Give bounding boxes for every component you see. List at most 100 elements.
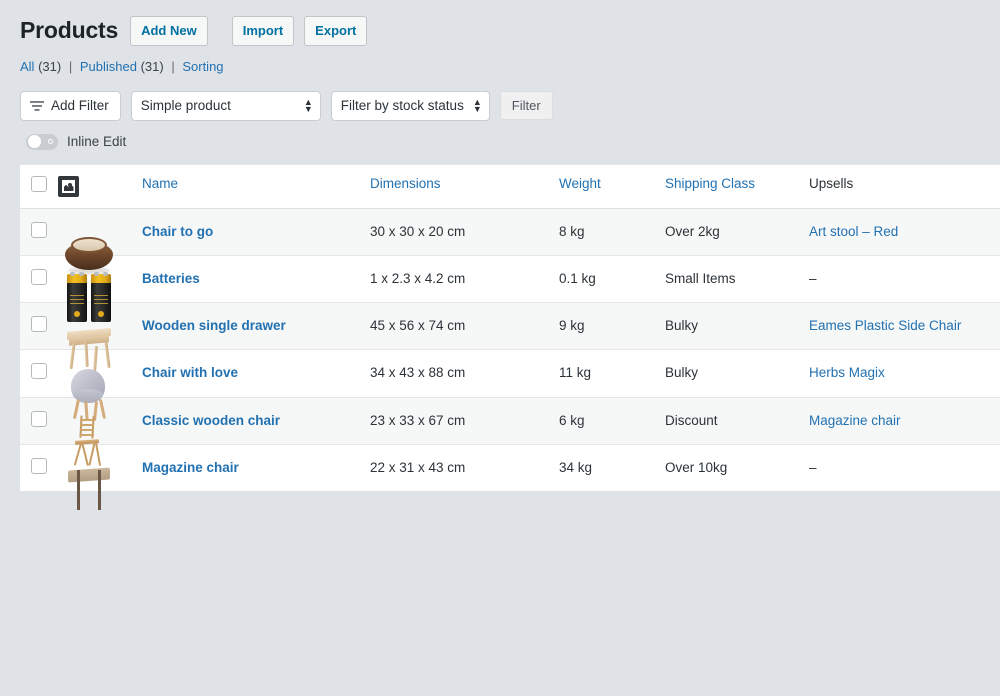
row-name-cell: Chair to go [142,208,370,256]
view-filter-links: All (31) | Published (31) | Sorting [0,46,1000,77]
row-select-cell [20,444,58,491]
view-separator-2: | [171,59,175,74]
upsell-link[interactable]: Herbs Magix [809,365,885,380]
row-weight-cell: 34 kg [559,459,593,475]
select-all-header [20,164,58,209]
filter-submit-button[interactable]: Filter [499,91,553,120]
table-row: Chair with love 34 x 43 x 88 cm 11 kg Bu… [20,349,1000,422]
stock-status-select-wrapper: Filter by stock status ▲ ▼ [330,90,490,121]
table-row: Chair to go 30 x 30 x 20 cm 8 kg Over 2k… [20,208,1000,274]
row-checkbox[interactable] [31,363,47,380]
row-dimensions-cell: 22 x 31 x 43 cm [370,459,466,475]
row-upsells-cell: Herbs Magix [809,349,1000,398]
table-body: Chair to go 30 x 30 x 20 cm 8 kg Over 2k… [20,208,1000,510]
row-shipping-class-cell: Bulky [665,302,809,351]
row-shipping-class-cell: Over 10kg [665,459,728,475]
row-thumbnail-cell [58,208,142,274]
row-upsells-cell: – [809,459,817,475]
page-header: Products Add New Import Export [0,0,1000,46]
row-select-cell [20,349,58,398]
row-shipping-class-cell: Over 2kg [665,208,809,256]
product-type-select[interactable]: Simple product [130,90,321,121]
row-weight-cell: 11 kg [559,349,665,398]
select-all-checkbox[interactable] [31,175,47,192]
view-separator-1: | [68,59,73,74]
inline-edit-label: Inline Edit [67,134,127,149]
image-icon-sun [68,182,72,187]
row-upsells-cell: Magazine chair [809,397,1000,445]
upsell-link[interactable]: Eames Plastic Side Chair [809,318,961,333]
row-weight-cell: 6 kg [559,397,665,445]
row-name-cell: Classic wooden chair [142,397,370,445]
row-thumbnail-cell [58,444,142,510]
row-dimensions-cell: 1 x 2.3 x 4.2 cm [370,255,559,304]
table-row: Magazine chair 22 x 31 x 43 cm 34 kg Ove… [20,444,1000,510]
table-header-row: Name Dimensions Weight Shipping Class Up… [20,164,1000,209]
inline-edit-toggle[interactable] [26,133,58,150]
products-table: Name Dimensions Weight Shipping Class Up… [20,164,1000,510]
upsell-link[interactable]: Art stool – Red [809,224,898,239]
sort-link-name[interactable]: Name [142,176,178,191]
row-dimensions-cell: 45 x 56 x 74 cm [370,302,559,351]
product-name-link[interactable]: Wooden single drawer [142,318,286,333]
column-header-dimensions[interactable]: Dimensions [370,164,559,209]
row-checkbox[interactable] [31,268,47,285]
row-name-cell: Chair with love [142,349,370,398]
toggle-ring-icon [48,139,53,144]
table-row: Batteries 1 x 2.3 x 4.2 cm 0.1 kg Small … [20,255,1000,322]
product-type-select-wrapper: Simple product ▲ ▼ [130,90,321,121]
product-name-link[interactable]: Chair to go [142,224,213,239]
row-checkbox[interactable] [31,457,47,474]
inline-edit-row: Inline Edit [0,121,1000,150]
product-name-link[interactable]: Batteries [142,271,200,286]
column-header-shipping-class[interactable]: Shipping Class [665,164,809,209]
row-checkbox[interactable] [31,221,47,238]
row-weight-cell: 9 kg [559,302,665,351]
row-upsells-cell: Art stool – Red [809,208,1000,256]
filter-toolbar: Add Filter Simple product ▲ ▼ Filter by s… [0,77,1000,121]
add-filter-label: Add Filter [51,98,109,113]
view-link-all[interactable]: All [20,59,34,74]
view-link-sorting[interactable]: Sorting [182,59,223,74]
sort-link-shipping-class[interactable]: Shipping Class [665,176,755,191]
row-shipping-class-cell: Small Items [665,255,809,304]
row-dimensions-cell: 34 x 43 x 88 cm [370,349,559,398]
view-count-published: (31) [140,59,164,74]
sort-link-dimensions[interactable]: Dimensions [370,176,441,191]
row-upsells-cell: – [809,255,1000,304]
column-header-name[interactable]: Name [142,164,370,209]
page-title: Products [20,17,119,44]
row-shipping-class-cell: Bulky [665,349,809,398]
sort-link-weight[interactable]: Weight [559,176,601,191]
column-header-weight[interactable]: Weight [559,164,665,209]
product-name-link[interactable]: Chair with love [142,365,238,380]
row-select-cell [20,208,58,256]
import-button[interactable]: Import [231,16,295,46]
add-filter-button[interactable]: Add Filter [20,90,121,121]
filter-icon [30,100,44,111]
table-head: Name Dimensions Weight Shipping Class Up… [20,164,1000,209]
add-new-button[interactable]: Add New [130,16,208,46]
export-button[interactable]: Export [304,16,368,46]
table-row: Classic wooden chair 23 x 33 x 67 cm 6 k… [20,397,1000,466]
upsell-link[interactable]: Magazine chair [809,413,901,428]
view-link-published[interactable]: Published [80,59,137,74]
product-name-link[interactable]: Magazine chair [142,460,239,475]
row-name-cell: Wooden single drawer [142,302,370,351]
stock-status-select[interactable]: Filter by stock status [330,90,490,121]
row-dimensions-cell: 23 x 33 x 67 cm [370,397,559,445]
row-weight-cell: 8 kg [559,208,665,256]
row-checkbox[interactable] [31,410,47,427]
row-shipping-class-cell: Discount [665,397,809,445]
table-row: Wooden single drawer 45 x 56 x 74 cm 9 k… [20,302,1000,373]
row-checkbox[interactable] [31,316,47,332]
products-table-container: Name Dimensions Weight Shipping Class Up… [20,163,1000,510]
thumbnail-header [58,164,142,209]
toggle-knob [27,135,41,148]
view-count-all: (31) [38,59,62,74]
row-select-cell [20,302,58,351]
row-select-cell [20,397,58,445]
column-header-upsells: Upsells [809,164,1000,209]
product-name-link[interactable]: Classic wooden chair [142,413,280,428]
row-weight-cell: 0.1 kg [559,255,665,304]
